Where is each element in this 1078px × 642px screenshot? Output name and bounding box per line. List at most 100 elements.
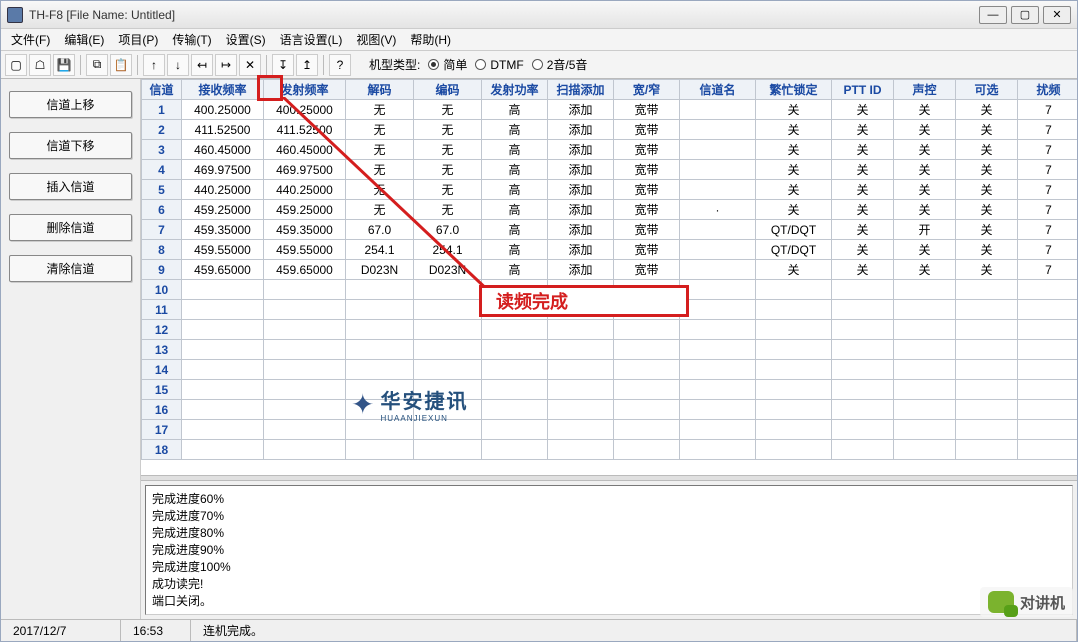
- cell[interactable]: [756, 360, 832, 380]
- cell[interactable]: [832, 280, 894, 300]
- cell[interactable]: 高: [482, 260, 548, 280]
- menu-3[interactable]: 传输(T): [166, 29, 217, 50]
- table-row[interactable]: 6459.25000459.25000无无高添加宽带·关关关关7: [142, 200, 1078, 220]
- table-row[interactable]: 3460.45000460.45000无无高添加宽带关关关关7: [142, 140, 1078, 160]
- cell[interactable]: [182, 440, 264, 460]
- cell[interactable]: 关: [956, 180, 1018, 200]
- cell[interactable]: [414, 280, 482, 300]
- cell[interactable]: [756, 400, 832, 420]
- cell[interactable]: 宽带: [614, 140, 680, 160]
- cell[interactable]: 11: [142, 300, 182, 320]
- cell[interactable]: [614, 340, 680, 360]
- cell[interactable]: [1018, 440, 1078, 460]
- cell[interactable]: [894, 380, 956, 400]
- cell[interactable]: 添加: [548, 180, 614, 200]
- cell[interactable]: [832, 380, 894, 400]
- cell[interactable]: QT/DQT: [756, 220, 832, 240]
- cell[interactable]: 459.55000: [182, 240, 264, 260]
- radio-simple[interactable]: 简单: [428, 56, 467, 73]
- cell[interactable]: [956, 300, 1018, 320]
- cell[interactable]: 无: [414, 180, 482, 200]
- cell[interactable]: [1018, 320, 1078, 340]
- cell[interactable]: 关: [894, 160, 956, 180]
- cell[interactable]: 高: [482, 120, 548, 140]
- col-header[interactable]: PTT ID: [832, 80, 894, 100]
- cell[interactable]: [346, 300, 414, 320]
- cell[interactable]: [264, 380, 346, 400]
- cell[interactable]: 关: [956, 240, 1018, 260]
- cell[interactable]: [346, 420, 414, 440]
- table-row[interactable]: 2411.52500411.52500无无高添加宽带关关关关7: [142, 120, 1078, 140]
- cell[interactable]: 宽带: [614, 260, 680, 280]
- arrow-down-icon[interactable]: ↓: [167, 54, 189, 76]
- cell[interactable]: [756, 380, 832, 400]
- cell[interactable]: 9: [142, 260, 182, 280]
- cell[interactable]: [482, 440, 548, 460]
- cell[interactable]: [756, 420, 832, 440]
- col-header[interactable]: 编码: [414, 80, 482, 100]
- cell[interactable]: 16: [142, 400, 182, 420]
- cell[interactable]: 469.97500: [264, 160, 346, 180]
- cell[interactable]: [482, 340, 548, 360]
- cell[interactable]: 添加: [548, 140, 614, 160]
- cell[interactable]: 关: [756, 160, 832, 180]
- cell[interactable]: 2: [142, 120, 182, 140]
- cell[interactable]: 关: [956, 140, 1018, 160]
- cell[interactable]: [756, 320, 832, 340]
- cell[interactable]: [956, 380, 1018, 400]
- cell[interactable]: 添加: [548, 200, 614, 220]
- cell[interactable]: [832, 340, 894, 360]
- cell[interactable]: [680, 380, 756, 400]
- open-icon[interactable]: ☖: [29, 54, 51, 76]
- cell[interactable]: 关: [894, 120, 956, 140]
- cell[interactable]: [614, 400, 680, 420]
- cell[interactable]: 关: [894, 200, 956, 220]
- cell[interactable]: 459.65000: [182, 260, 264, 280]
- cell[interactable]: 关: [832, 240, 894, 260]
- cell[interactable]: [414, 400, 482, 420]
- cell[interactable]: [832, 320, 894, 340]
- cell[interactable]: ·: [680, 200, 756, 220]
- cell[interactable]: [414, 320, 482, 340]
- cell[interactable]: 关: [894, 140, 956, 160]
- cell[interactable]: 关: [832, 260, 894, 280]
- cell[interactable]: 高: [482, 240, 548, 260]
- cell[interactable]: 添加: [548, 160, 614, 180]
- cell[interactable]: [680, 400, 756, 420]
- cell[interactable]: [680, 320, 756, 340]
- cell[interactable]: 400.25000: [264, 100, 346, 120]
- cell[interactable]: 关: [756, 140, 832, 160]
- side-btn-1[interactable]: 信道下移: [9, 132, 132, 159]
- cell[interactable]: 无: [346, 160, 414, 180]
- cell[interactable]: 18: [142, 440, 182, 460]
- cell[interactable]: [680, 260, 756, 280]
- cell[interactable]: [264, 440, 346, 460]
- cell[interactable]: 宽带: [614, 120, 680, 140]
- col-header[interactable]: 扫描添加: [548, 80, 614, 100]
- cell[interactable]: 添加: [548, 220, 614, 240]
- cell[interactable]: [346, 280, 414, 300]
- cell[interactable]: 459.25000: [264, 200, 346, 220]
- cell[interactable]: 宽带: [614, 200, 680, 220]
- cell[interactable]: [680, 220, 756, 240]
- cell[interactable]: [264, 300, 346, 320]
- table-row[interactable]: 9459.65000459.65000D023ND023N高添加宽带关关关关7: [142, 260, 1078, 280]
- cell[interactable]: [264, 340, 346, 360]
- cell[interactable]: [548, 320, 614, 340]
- new-icon[interactable]: ▢: [5, 54, 27, 76]
- cell[interactable]: 关: [832, 140, 894, 160]
- cell[interactable]: 459.35000: [264, 220, 346, 240]
- cell[interactable]: [182, 320, 264, 340]
- cell[interactable]: 关: [832, 120, 894, 140]
- cell[interactable]: 关: [894, 180, 956, 200]
- cell[interactable]: [346, 340, 414, 360]
- cell[interactable]: 7: [1018, 240, 1078, 260]
- cell[interactable]: 高: [482, 100, 548, 120]
- cell[interactable]: 67.0: [346, 220, 414, 240]
- col-header[interactable]: 繁忙锁定: [756, 80, 832, 100]
- cell[interactable]: [1018, 360, 1078, 380]
- cell[interactable]: [548, 400, 614, 420]
- cell[interactable]: [182, 280, 264, 300]
- cell[interactable]: [756, 340, 832, 360]
- cell[interactable]: [894, 280, 956, 300]
